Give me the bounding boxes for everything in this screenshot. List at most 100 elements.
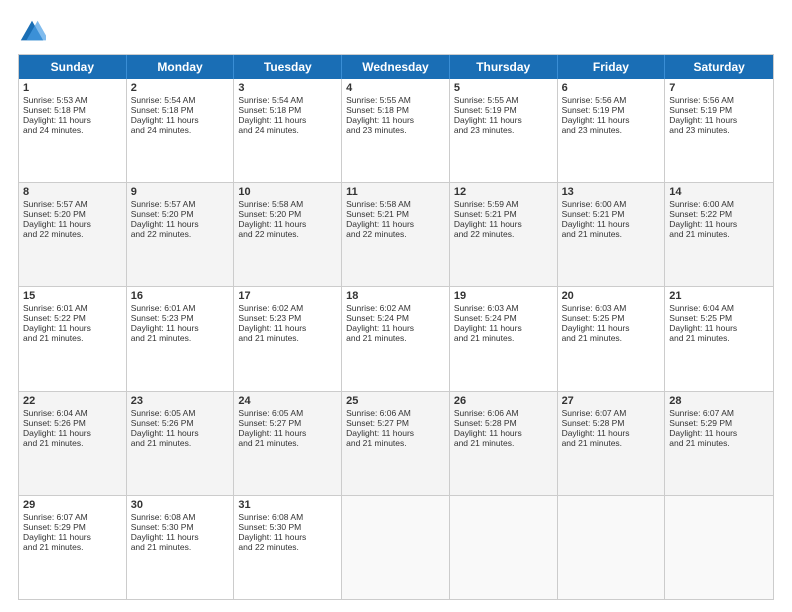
calendar-header: SundayMondayTuesdayWednesdayThursdayFrid… [19,55,773,79]
day-info-line: Sunrise: 6:01 AM [23,303,122,313]
day-info-line: Daylight: 11 hours [454,323,553,333]
day-info-line: Sunrise: 6:07 AM [23,512,122,522]
day-info-line: and 21 minutes. [346,438,445,448]
calendar-day-12: 12Sunrise: 5:59 AMSunset: 5:21 PMDayligh… [450,183,558,286]
day-info-line: Sunset: 5:26 PM [131,418,230,428]
day-info-line: and 21 minutes. [562,333,661,343]
calendar-day-20: 20Sunrise: 6:03 AMSunset: 5:25 PMDayligh… [558,287,666,390]
empty-cell [450,496,558,599]
day-info-line: and 21 minutes. [454,333,553,343]
calendar-day-8: 8Sunrise: 5:57 AMSunset: 5:20 PMDaylight… [19,183,127,286]
day-info-line: and 24 minutes. [238,125,337,135]
calendar-week-3: 15Sunrise: 6:01 AMSunset: 5:22 PMDayligh… [19,286,773,390]
day-info-line: Sunset: 5:25 PM [562,313,661,323]
day-number: 30 [131,499,230,511]
day-info-line: Sunset: 5:29 PM [23,522,122,532]
day-info-line: Sunset: 5:18 PM [131,105,230,115]
calendar-day-5: 5Sunrise: 5:55 AMSunset: 5:19 PMDaylight… [450,79,558,182]
day-info-line: Sunrise: 6:05 AM [238,408,337,418]
day-number: 10 [238,186,337,198]
day-number: 17 [238,290,337,302]
day-info-line: Sunrise: 5:58 AM [238,199,337,209]
calendar-day-1: 1Sunrise: 5:53 AMSunset: 5:18 PMDaylight… [19,79,127,182]
day-number: 26 [454,395,553,407]
day-info-line: and 22 minutes. [131,229,230,239]
day-info-line: Sunrise: 5:58 AM [346,199,445,209]
day-info-line: Daylight: 11 hours [238,323,337,333]
day-number: 3 [238,82,337,94]
day-info-line: Sunrise: 5:56 AM [669,95,769,105]
calendar-day-16: 16Sunrise: 6:01 AMSunset: 5:23 PMDayligh… [127,287,235,390]
day-info-line: Sunrise: 6:05 AM [131,408,230,418]
day-info-line: Daylight: 11 hours [131,428,230,438]
day-number: 8 [23,186,122,198]
day-info-line: and 23 minutes. [562,125,661,135]
day-info-line: Daylight: 11 hours [669,428,769,438]
day-info-line: Sunrise: 6:07 AM [669,408,769,418]
day-number: 22 [23,395,122,407]
day-number: 12 [454,186,553,198]
day-info-line: and 21 minutes. [131,542,230,552]
day-info-line: Sunrise: 6:04 AM [669,303,769,313]
day-info-line: Daylight: 11 hours [238,428,337,438]
day-info-line: Sunset: 5:20 PM [23,209,122,219]
day-number: 2 [131,82,230,94]
day-info-line: Sunset: 5:24 PM [346,313,445,323]
calendar-day-3: 3Sunrise: 5:54 AMSunset: 5:18 PMDaylight… [234,79,342,182]
day-info-line: and 22 minutes. [454,229,553,239]
calendar-day-24: 24Sunrise: 6:05 AMSunset: 5:27 PMDayligh… [234,392,342,495]
day-info-line: and 21 minutes. [238,438,337,448]
calendar-day-29: 29Sunrise: 6:07 AMSunset: 5:29 PMDayligh… [19,496,127,599]
calendar-day-27: 27Sunrise: 6:07 AMSunset: 5:28 PMDayligh… [558,392,666,495]
day-info-line: Daylight: 11 hours [454,115,553,125]
day-info-line: Daylight: 11 hours [562,219,661,229]
day-info-line: and 21 minutes. [131,438,230,448]
day-info-line: Daylight: 11 hours [23,115,122,125]
day-info-line: Sunrise: 6:03 AM [562,303,661,313]
day-info-line: and 21 minutes. [454,438,553,448]
day-info-line: Daylight: 11 hours [238,219,337,229]
day-info-line: Daylight: 11 hours [238,115,337,125]
day-info-line: and 21 minutes. [562,229,661,239]
day-info-line: Sunrise: 6:00 AM [669,199,769,209]
day-info-line: Daylight: 11 hours [23,428,122,438]
day-number: 29 [23,499,122,511]
day-info-line: Sunset: 5:24 PM [454,313,553,323]
calendar-body: 1Sunrise: 5:53 AM Sunset: 5:18 PM Daylight… [19,79,773,599]
day-number: 20 [562,290,661,302]
day-info-line: Sunset: 5:19 PM [669,105,769,115]
day-header-thursday: Thursday [450,55,558,79]
day-info-line: and 23 minutes. [346,125,445,135]
day-info-line: Sunset: 5:28 PM [562,418,661,428]
day-info-line: Daylight: 11 hours [346,428,445,438]
day-info-line: Sunrise: 6:02 AM [346,303,445,313]
day-number: 1 [23,82,122,94]
day-info-line: Sunrise: 6:03 AM [454,303,553,313]
day-header-friday: Friday [558,55,666,79]
day-info-line: Sunrise: 5:53 AM [23,95,122,105]
day-number: 21 [669,290,769,302]
day-info-line: Daylight: 11 hours [131,219,230,229]
day-info-line: Sunrise: 5:55 AM [346,95,445,105]
calendar-day-21: 21Sunrise: 6:04 AMSunset: 5:25 PMDayligh… [665,287,773,390]
calendar-day-17: 17Sunrise: 6:02 AMSunset: 5:23 PMDayligh… [234,287,342,390]
calendar-day-2: 2Sunrise: 5:54 AMSunset: 5:18 PMDaylight… [127,79,235,182]
empty-cell [665,496,773,599]
empty-cell [342,496,450,599]
day-info-line: and 23 minutes. [454,125,553,135]
day-info-line: Daylight: 11 hours [131,532,230,542]
day-header-wednesday: Wednesday [342,55,450,79]
calendar-week-4: 22Sunrise: 6:04 AMSunset: 5:26 PMDayligh… [19,391,773,495]
day-info-line: Sunrise: 6:02 AM [238,303,337,313]
calendar-week-1: 1Sunrise: 5:53 AM Sunset: 5:18 PM Daylight… [19,79,773,182]
day-info-line: Sunrise: 5:59 AM [454,199,553,209]
calendar-day-28: 28Sunrise: 6:07 AMSunset: 5:29 PMDayligh… [665,392,773,495]
day-info-line: Daylight: 11 hours [238,532,337,542]
day-info-line: Daylight: 11 hours [131,323,230,333]
day-info-line: and 21 minutes. [131,333,230,343]
calendar-day-31: 31Sunrise: 6:08 AMSunset: 5:30 PMDayligh… [234,496,342,599]
day-info-line: Sunrise: 6:00 AM [562,199,661,209]
day-info-line: Daylight: 11 hours [562,115,661,125]
calendar-day-4: 4Sunrise: 5:55 AMSunset: 5:18 PMDaylight… [342,79,450,182]
day-info-line: Sunrise: 5:57 AM [23,199,122,209]
